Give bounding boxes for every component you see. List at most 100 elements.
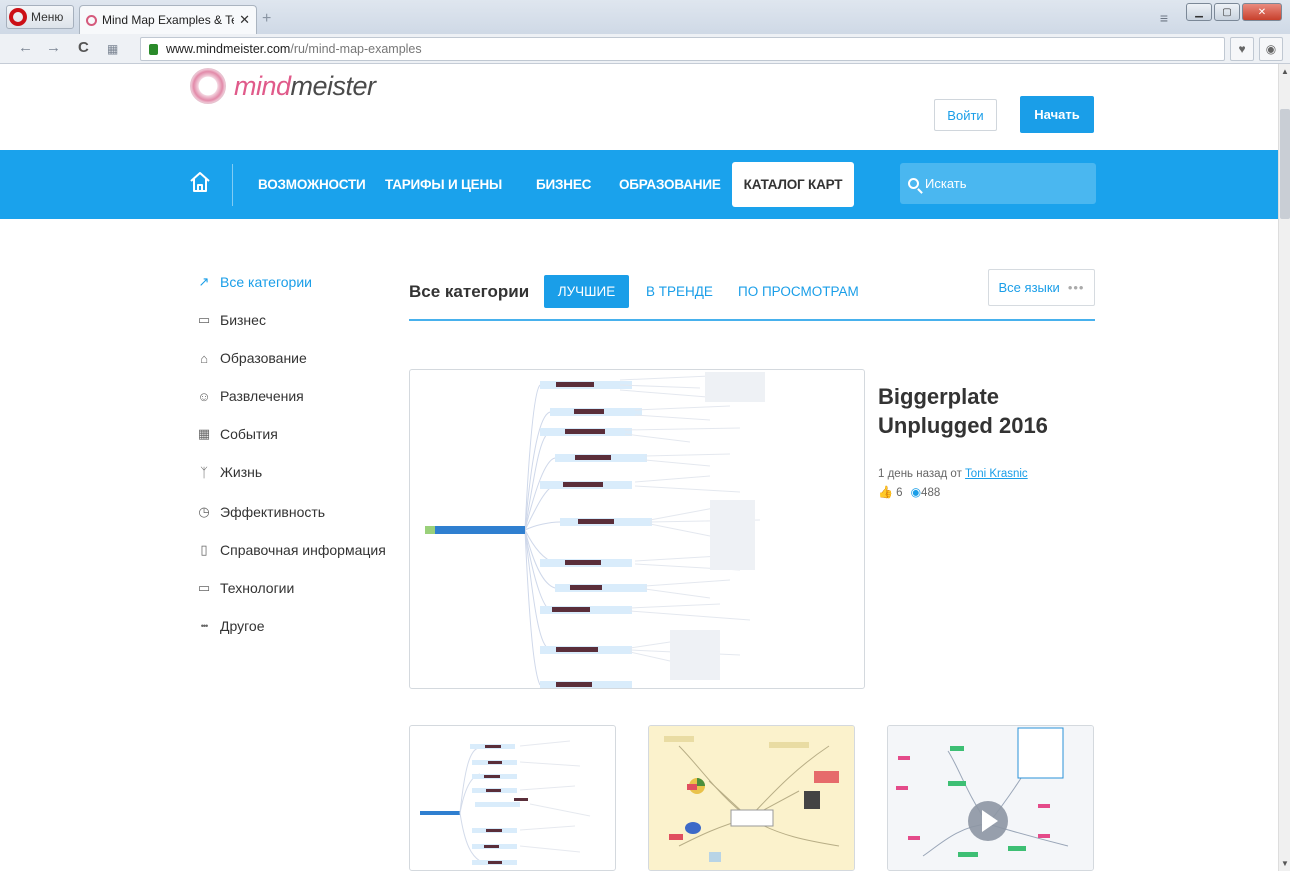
window-controls: ▁ ▢ ✕	[1186, 3, 1282, 21]
browser-titlebar: Меню Mind Map Examples & Te ✕ + ≡ ▁ ▢ ✕	[0, 0, 1290, 34]
search-placeholder: Искать	[925, 176, 967, 191]
map-thumbnail-3[interactable]	[887, 725, 1094, 871]
nav-education[interactable]: ОБРАЗОВАНИЕ	[619, 177, 721, 192]
sidebar-item-productivity[interactable]: ◷ Эффективность	[196, 504, 325, 520]
thumbs-up-icon: 👍	[878, 485, 893, 499]
featured-map-author-link[interactable]: Toni Krasnic	[965, 468, 1028, 480]
mind-map-preview	[420, 740, 591, 865]
mindmeister-logo-icon	[190, 68, 226, 104]
nav-features[interactable]: ВОЗМОЖНОСТИ	[258, 177, 366, 192]
mindmeister-logo[interactable]: mindmeister	[190, 68, 376, 104]
page-viewport: mindmeister Войти Начать ВОЗМОЖНОСТИ ТАР…	[0, 64, 1278, 871]
laptop-icon: ▭	[197, 580, 211, 595]
sidebar-item-label: Образование	[220, 350, 307, 366]
sidebar-item-business[interactable]: ▭ Бизнес	[196, 312, 266, 328]
check-clock-icon: ◷	[198, 504, 210, 519]
window-close-icon[interactable]: ✕	[1242, 3, 1282, 21]
views-stat: ◉488	[911, 485, 941, 499]
tab-most-viewed[interactable]: ПО ПРОСМОТРАМ	[738, 284, 859, 299]
scroll-down-icon[interactable]: ▼	[1281, 859, 1289, 868]
address-bar[interactable]: www.mindmeister.com/ru/mind-map-examples	[140, 37, 1225, 61]
speed-dial-icon[interactable]: ▦	[107, 42, 118, 56]
nav-map-catalog[interactable]: КАТАЛОГ КАРТ	[732, 162, 854, 207]
sidebar-item-label: Развлечения	[220, 388, 304, 404]
book-icon: ▯	[200, 542, 208, 557]
featured-map-title[interactable]: Biggerplate Unplugged 2016	[878, 382, 1078, 440]
browser-tab[interactable]: Mind Map Examples & Te ✕	[79, 5, 257, 34]
scroll-up-icon[interactable]: ▲	[1281, 67, 1289, 76]
search-input[interactable]: Искать	[900, 163, 1096, 204]
nav-pricing[interactable]: ТАРИФЫ И ЦЕНЫ	[385, 177, 502, 192]
main-navbar: ВОЗМОЖНОСТИ ТАРИФЫ И ЦЕНЫ БИЗНЕС ОБРАЗОВ…	[0, 150, 1278, 219]
start-button[interactable]: Начать	[1020, 96, 1094, 133]
browser-toolbar: ← → C ▦ www.mindmeister.com/ru/mind-map-…	[0, 34, 1290, 64]
language-label: Все языки	[998, 280, 1060, 295]
forward-icon[interactable]: →	[46, 39, 61, 56]
sidebar-item-label: Бизнес	[220, 312, 266, 328]
back-icon[interactable]: ←	[18, 39, 33, 56]
url-path: /ru/mind-map-examples	[290, 42, 422, 56]
map-thumbnail-1[interactable]	[409, 725, 616, 871]
home-icon[interactable]	[189, 170, 211, 194]
mindmeister-favicon-icon	[86, 14, 97, 26]
page-scrollbar[interactable]: ▲ ▼	[1278, 64, 1290, 871]
reload-icon[interactable]: C	[78, 39, 89, 56]
language-select[interactable]: Все языки •••	[988, 269, 1095, 306]
likes-count: 6	[896, 487, 903, 499]
calendar-icon: ▦	[197, 426, 211, 441]
mind-map-preview	[888, 726, 1093, 870]
sidebar-item-life[interactable]: ᛉ Жизнь	[196, 464, 262, 480]
mind-map-preview	[425, 372, 765, 688]
opera-menu-label: Меню	[31, 10, 64, 24]
lock-icon	[149, 43, 158, 55]
featured-map-meta: 1 день назад от Toni Krasnic	[878, 468, 1028, 480]
sidebar-item-label: Справочная информация	[220, 542, 386, 558]
map-thumbnail-2[interactable]	[648, 725, 855, 871]
briefcase-icon: ▭	[197, 312, 211, 327]
nav-divider	[232, 164, 233, 206]
opera-menu-button[interactable]: Меню	[6, 5, 74, 29]
tab-title: Mind Map Examples & Te	[102, 13, 235, 27]
minimize-icon[interactable]: ▁	[1186, 3, 1212, 21]
more-dots-icon: •••	[1067, 280, 1085, 295]
sidebar-item-label: Все категории	[220, 274, 312, 290]
url-host: www.mindmeister.com	[166, 42, 291, 56]
mind-map-preview	[649, 726, 854, 870]
content-title: Все категории	[409, 282, 530, 301]
trend-icon: ↗	[198, 274, 210, 289]
tab-close-icon[interactable]: ✕	[239, 12, 250, 28]
graduation-cap-icon: ⌂	[200, 350, 208, 366]
new-tab-icon[interactable]: +	[262, 10, 271, 28]
scroll-thumb[interactable]	[1280, 109, 1290, 219]
sidebar-item-all[interactable]: ↗ Все категории	[196, 274, 312, 290]
sidebar-item-other[interactable]: ••• Другое	[196, 618, 265, 634]
logo-text: mindmeister	[234, 70, 376, 101]
login-button[interactable]: Войти	[934, 99, 997, 131]
eye-icon: ◉	[910, 485, 922, 499]
sidebar-item-education[interactable]: ⌂ Образование	[196, 350, 307, 366]
nav-business[interactable]: БИЗНЕС	[536, 177, 591, 192]
sidebar-item-technology[interactable]: ▭ Технологии	[196, 580, 294, 596]
heart-icon[interactable]: ♥	[1230, 37, 1254, 61]
opera-logo-icon	[9, 8, 27, 26]
tab-trending[interactable]: В ТРЕНДЕ	[646, 284, 713, 299]
maximize-icon[interactable]: ▢	[1214, 3, 1240, 21]
likes-stat: 👍 6	[878, 485, 903, 499]
mask-icon: ☺	[197, 388, 211, 404]
views-count: 488	[921, 487, 941, 499]
sidebar-item-label: Другое	[220, 618, 265, 634]
featured-map-date: 1 день назад от	[878, 468, 962, 480]
account-icon[interactable]: ◉	[1259, 37, 1283, 61]
person-icon: ᛉ	[200, 464, 208, 480]
sidebar-item-label: События	[220, 426, 278, 442]
sidebar-item-label: Жизнь	[220, 464, 263, 480]
featured-map-thumbnail[interactable]	[409, 369, 865, 689]
stash-icon[interactable]: ≡	[1160, 10, 1168, 26]
dots-icon: •••	[200, 621, 208, 631]
content-divider	[409, 319, 1095, 321]
sidebar-item-events[interactable]: ▦ События	[196, 426, 278, 442]
sidebar-item-reference[interactable]: ▯ Справочная информация	[196, 542, 386, 558]
sidebar-item-entertainment[interactable]: ☺ Развлечения	[196, 388, 304, 404]
tab-best[interactable]: ЛУЧШИЕ	[544, 275, 629, 308]
sidebar-item-label: Эффективность	[220, 504, 326, 520]
